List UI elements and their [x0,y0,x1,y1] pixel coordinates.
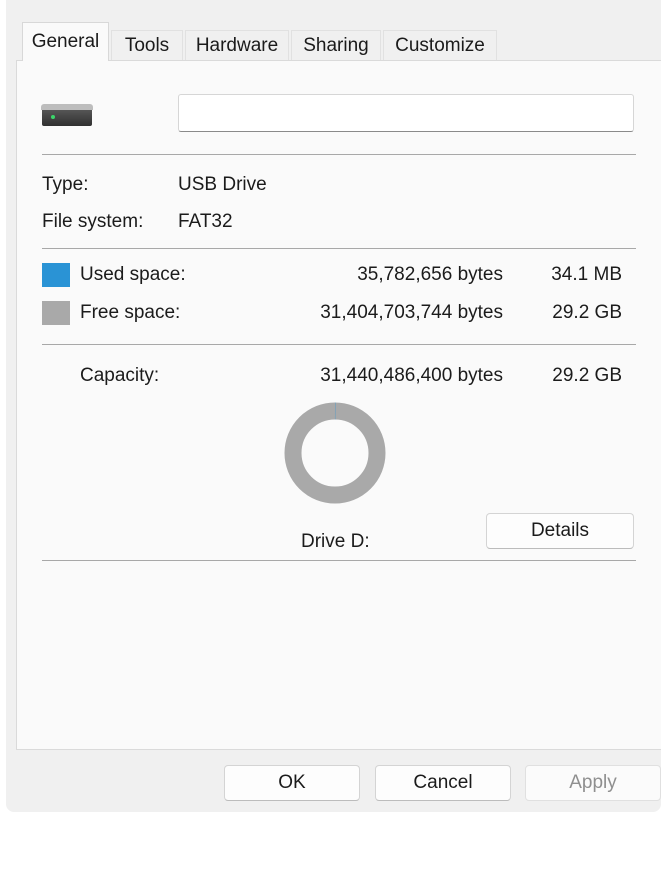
tab-sharing[interactable]: Sharing [291,30,381,60]
file-system-value: FAT32 [178,211,233,232]
usage-donut-chart [284,402,386,504]
usb-drive-icon [41,104,93,126]
capacity-label: Capacity: [80,365,160,386]
free-space-ring [284,402,386,504]
capacity-size: 29.2 GB [552,365,622,386]
apply-button[interactable]: Apply [525,765,661,801]
tab-hardware[interactable]: Hardware [185,30,289,60]
drive-properties-dialog: General Tools Hardware Sharing Customize… [6,0,661,812]
divider [42,560,636,561]
used-space-label: Used space: [80,264,186,285]
drive-name-input[interactable] [178,94,634,132]
details-button[interactable]: Details [486,513,634,549]
tab-customize[interactable]: Customize [383,30,497,60]
free-space-swatch [42,301,70,325]
tab-tools[interactable]: Tools [111,30,183,60]
drive-label: Drive D: [301,531,370,552]
used-space-size: 34.1 MB [551,264,622,285]
divider [42,344,636,345]
used-space-bytes: 35,782,656 bytes [357,264,503,285]
free-space-label: Free space: [80,302,181,323]
cancel-button[interactable]: Cancel [375,765,511,801]
divider [42,154,636,155]
capacity-bytes: 31,440,486,400 bytes [320,365,503,386]
type-label: Type: [42,174,89,195]
free-space-bytes: 31,404,703,744 bytes [320,302,503,323]
divider [42,248,636,249]
free-space-size: 29.2 GB [552,302,622,323]
tab-strip: General Tools Hardware Sharing Customize [16,22,661,61]
ok-button[interactable]: OK [224,765,360,801]
file-system-label: File system: [42,211,144,232]
used-space-swatch [42,263,70,287]
type-value: USB Drive [178,174,267,195]
tab-general[interactable]: General [22,22,109,61]
